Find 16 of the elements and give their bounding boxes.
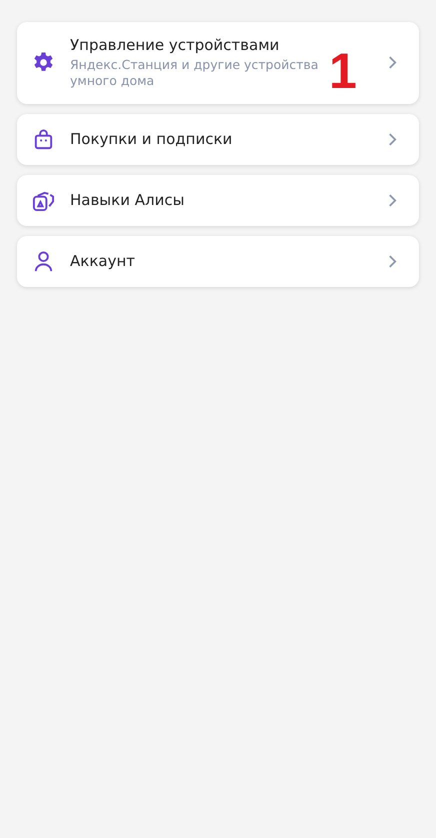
person-icon (32, 250, 55, 272)
menu-item-title: Управление устройствами (70, 36, 280, 54)
menu-item-subtitle: Яндекс.Станция и другие устройства умного дома (70, 57, 320, 90)
shopping-bag-icon (32, 128, 55, 150)
chevron-right-icon (388, 132, 397, 146)
annotation-number: 1 (329, 46, 357, 96)
menu-item[interactable]: Аккаунт (17, 236, 419, 286)
menu-item[interactable]: Управление устройствами Яндекс.Станция и другие устройства умного дома 1 (17, 22, 419, 104)
menu-item[interactable]: Покупки и подписки (17, 114, 419, 164)
chevron-right-icon (388, 55, 397, 70)
chevron-right-icon (388, 192, 397, 208)
chevron-right-icon (388, 254, 397, 268)
menu-item-title: Покупки и подписки (70, 130, 234, 148)
menu-item-title: Навыки Алисы (70, 191, 186, 209)
menu-item[interactable]: Навыки Алисы (17, 174, 419, 226)
menu-item-title: Аккаунт (70, 252, 136, 270)
